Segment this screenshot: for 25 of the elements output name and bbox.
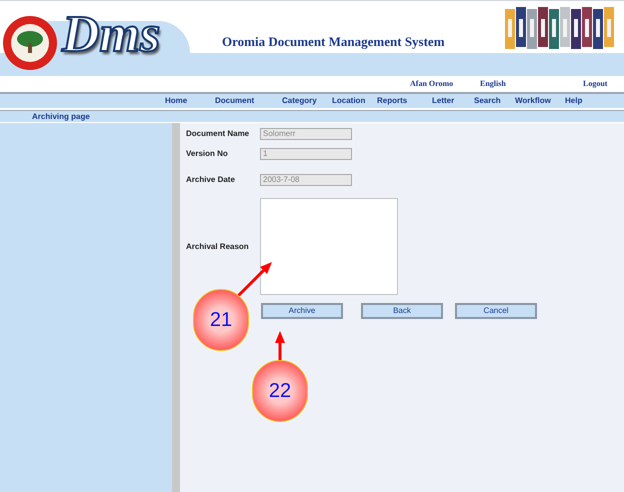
field-label: Version No — [186, 148, 229, 160]
language-link[interactable]: English — [480, 78, 506, 90]
nav-link[interactable]: Search — [474, 95, 501, 107]
form-button[interactable]: Archive — [261, 303, 343, 319]
form-button[interactable]: Back — [361, 303, 443, 319]
language-link[interactable]: Afan Oromo — [410, 78, 454, 90]
logo: Dms — [62, 9, 160, 61]
nav-link[interactable]: Category — [282, 95, 317, 107]
reason-textarea[interactable] — [260, 198, 398, 295]
field-label: Document Name — [186, 128, 250, 140]
nav-link[interactable]: Document — [215, 95, 254, 107]
nav-link[interactable]: Home — [165, 95, 188, 107]
field-label: Archive Date — [186, 174, 236, 186]
nav-link[interactable]: Help — [565, 95, 582, 107]
field-label: Archival Reason — [186, 240, 250, 252]
emblem-icon — [2, 15, 58, 71]
nav-link[interactable]: Workflow — [515, 95, 551, 107]
callout-arrow — [275, 331, 285, 362]
nav-link[interactable]: Reports — [377, 95, 408, 107]
breadcrumb: Archiving page — [32, 112, 90, 121]
logout-link[interactable]: Logout — [583, 78, 608, 90]
app-title: Oromia Document Management System — [222, 33, 445, 51]
form-button[interactable]: Cancel — [455, 303, 537, 319]
nav-link[interactable]: Letter — [432, 95, 454, 107]
nav-link[interactable]: Location — [332, 95, 366, 107]
